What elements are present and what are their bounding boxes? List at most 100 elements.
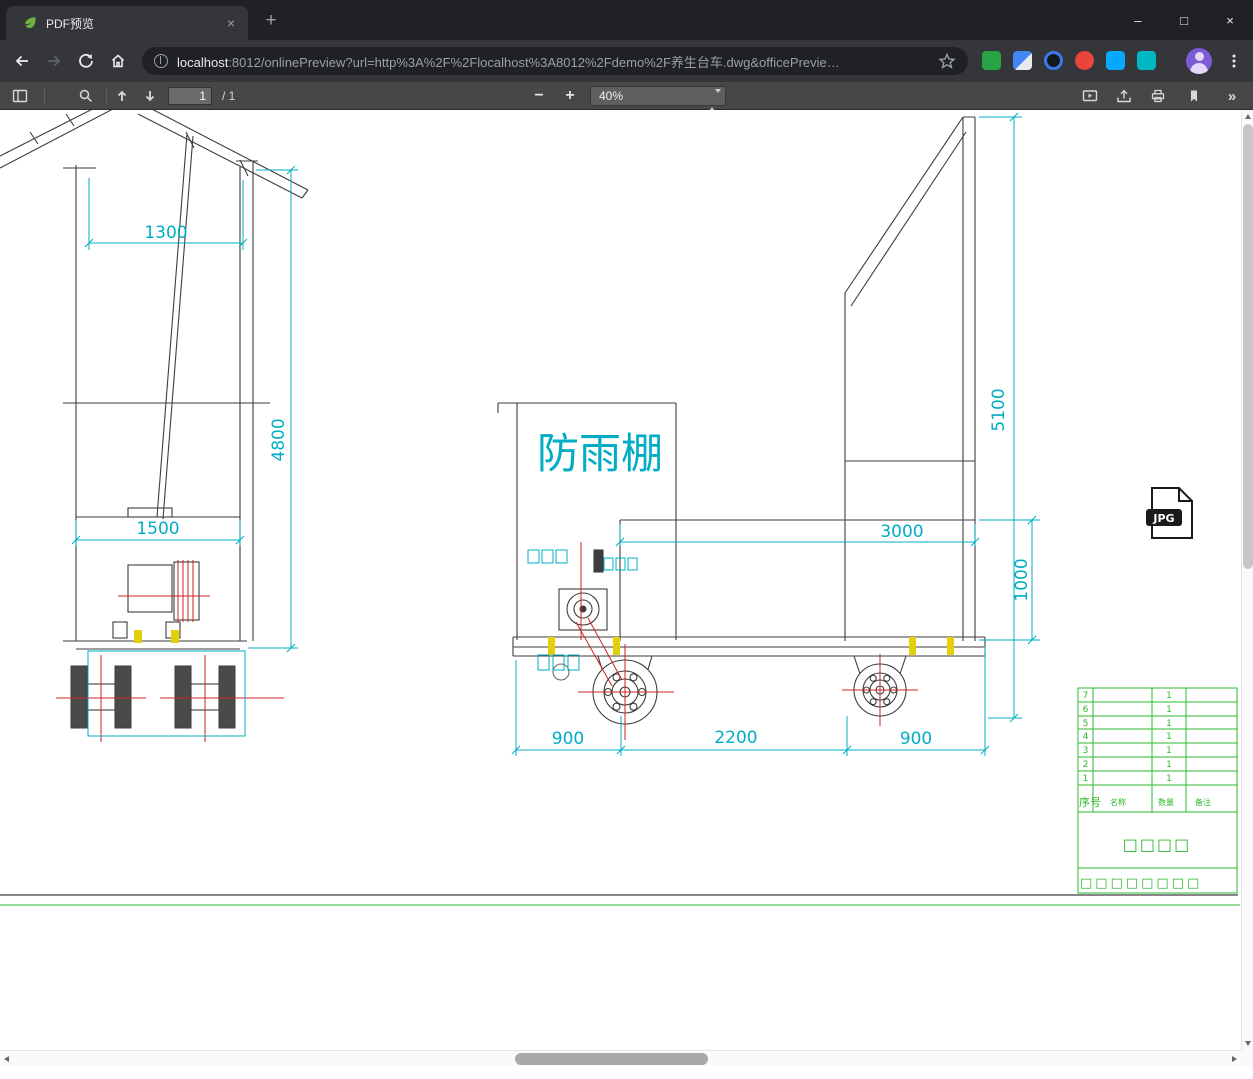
page-number-input[interactable] — [168, 87, 212, 105]
scroll-up-icon[interactable] — [1245, 114, 1251, 119]
search-button[interactable] — [78, 88, 94, 104]
title-block-title: □□□□ — [1123, 835, 1191, 854]
forward-button[interactable] — [40, 47, 68, 75]
parts-row-qty: 1 — [1166, 760, 1172, 770]
page-count-label: / 1 — [222, 89, 236, 103]
toolbar-divider — [106, 88, 107, 104]
parts-header-name: 名称 — [1110, 797, 1126, 807]
back-button[interactable] — [8, 47, 36, 75]
new-tab-button[interactable]: + — [258, 8, 284, 34]
dimension-label: 3000 — [880, 522, 923, 542]
toolbar-divider — [44, 88, 45, 104]
next-page-button[interactable] — [142, 88, 158, 104]
scroll-left-icon[interactable] — [4, 1056, 9, 1062]
print-button[interactable] — [1150, 88, 1166, 104]
extension-icon-1[interactable] — [982, 51, 1001, 70]
previous-page-button[interactable] — [114, 88, 130, 104]
close-button[interactable]: × — [1207, 0, 1253, 40]
parts-row-no: 3 — [1083, 746, 1089, 756]
dimension-label: 2200 — [714, 728, 757, 748]
parts-row-qty: 1 — [1166, 705, 1172, 715]
sheet-border-lines — [0, 894, 1240, 906]
url-path: :8012/onlinePreview?url=http%3A%2F%2Floc… — [228, 54, 840, 70]
parts-header-note: 备注 — [1195, 797, 1211, 807]
vertical-scrollbar-thumb[interactable] — [1243, 124, 1253, 569]
shelter-label: 防雨棚 — [537, 429, 663, 478]
front-view-wheels — [70, 665, 236, 729]
dimension-label: 1000 — [1012, 558, 1032, 601]
dimension-label: 4800 — [269, 418, 289, 461]
parts-row-no: 1 — [1083, 774, 1089, 784]
sidebar-toggle-button[interactable] — [12, 88, 28, 104]
extension-icon-3[interactable] — [1044, 51, 1063, 70]
url-text: localhost:8012/onlinePreview?url=http%3A… — [177, 52, 930, 71]
maximize-button[interactable]: □ — [1161, 0, 1207, 40]
zoom-level-select[interactable]: 40% — [590, 86, 726, 111]
horizontal-scrollbar[interactable] — [0, 1050, 1241, 1066]
parts-row-qty: 1 — [1166, 732, 1172, 742]
url-host: localhost — [177, 54, 229, 70]
tab-title: PDF预览 — [46, 16, 95, 31]
scrollbar-corner — [1241, 1050, 1253, 1066]
dimension-label: 900 — [900, 729, 932, 749]
scroll-down-icon[interactable] — [1245, 1041, 1251, 1046]
side-view-geometry — [497, 116, 986, 725]
dimension-label: 900 — [552, 729, 584, 749]
parts-row-no: 5 — [1083, 719, 1089, 729]
browser-toolbar: localhost:8012/onlinePreview?url=http%3A… — [0, 40, 1253, 82]
cad-drawing: 1300 4800 1500 防雨棚 3000 1000 5100 900 22… — [0, 110, 1240, 906]
parts-header-qty: 数量 — [1158, 797, 1174, 807]
parts-row-qty: 1 — [1166, 774, 1172, 784]
pdf-page-canvas: 1300 4800 1500 防雨棚 3000 1000 5100 900 22… — [0, 110, 1241, 1050]
window-titlebar: PDF预览 × + – □ × — [0, 0, 1253, 40]
extension-icon-6[interactable] — [1137, 51, 1156, 70]
profile-avatar[interactable] — [1186, 48, 1212, 74]
parts-row-no: 4 — [1083, 732, 1089, 742]
parts-row-no: 2 — [1083, 760, 1089, 770]
parts-header-seq: 序号 — [1079, 795, 1101, 809]
jpg-file-icon: JPG — [1146, 487, 1193, 539]
home-button[interactable] — [104, 47, 132, 75]
zoom-level-value: 40% — [599, 89, 624, 103]
dimension-label: 1500 — [136, 519, 179, 539]
browser-menu-icon[interactable] — [1222, 49, 1246, 73]
dimension-label: 1300 — [144, 223, 187, 243]
parts-row-qty: 1 — [1166, 746, 1172, 756]
bookmark-button[interactable] — [1186, 88, 1202, 104]
title-block — [1077, 687, 1238, 894]
parts-row-qty: 1 — [1166, 691, 1172, 701]
title-block-text: 7 6 5 4 3 2 1 1 1 1 1 1 1 1 序号 名称 数量 备注 … — [1079, 691, 1211, 891]
vertical-scrollbar[interactable] — [1241, 110, 1253, 1050]
parts-row-no: 7 — [1083, 691, 1089, 701]
reload-button[interactable] — [72, 47, 100, 75]
leaf-favicon-icon — [22, 15, 38, 31]
pdf-viewer-toolbar: / 1 − + 40% » — [0, 82, 1253, 111]
tab-close-icon[interactable]: × — [222, 15, 240, 31]
more-tools-button[interactable]: » — [1224, 88, 1240, 104]
yellow-markers — [134, 630, 954, 655]
zoom-out-button[interactable]: − — [531, 88, 547, 104]
parts-row-no: 6 — [1083, 705, 1089, 715]
zoom-in-button[interactable]: + — [562, 88, 578, 104]
address-bar[interactable]: localhost:8012/onlinePreview?url=http%3A… — [142, 47, 968, 75]
open-file-button[interactable] — [1116, 88, 1132, 104]
dimension-labels: 1300 4800 1500 防雨棚 3000 1000 5100 900 22… — [136, 223, 1032, 749]
dimension-label: 5100 — [989, 388, 1009, 431]
extension-icon-4[interactable] — [1075, 51, 1094, 70]
browser-tab[interactable]: PDF预览 × — [6, 6, 248, 40]
extension-icon-5[interactable] — [1106, 51, 1125, 70]
title-block-footer: □□□□□□□□ — [1080, 876, 1202, 891]
jpg-badge-label: JPG — [1152, 512, 1174, 525]
parts-row-qty: 1 — [1166, 719, 1172, 729]
window-controls: – □ × — [1115, 0, 1253, 40]
horizontal-scrollbar-thumb[interactable] — [515, 1053, 708, 1065]
minimize-button[interactable]: – — [1115, 0, 1161, 40]
extensions-area — [982, 51, 1156, 70]
presentation-mode-button[interactable] — [1082, 88, 1098, 104]
scroll-right-icon[interactable] — [1232, 1056, 1237, 1062]
front-view-geometry — [0, 110, 309, 711]
page-info-icon[interactable] — [154, 54, 168, 68]
bookmark-star-icon[interactable] — [938, 52, 956, 70]
extension-icon-2[interactable] — [1013, 51, 1032, 70]
select-spinner-icon — [709, 89, 721, 111]
